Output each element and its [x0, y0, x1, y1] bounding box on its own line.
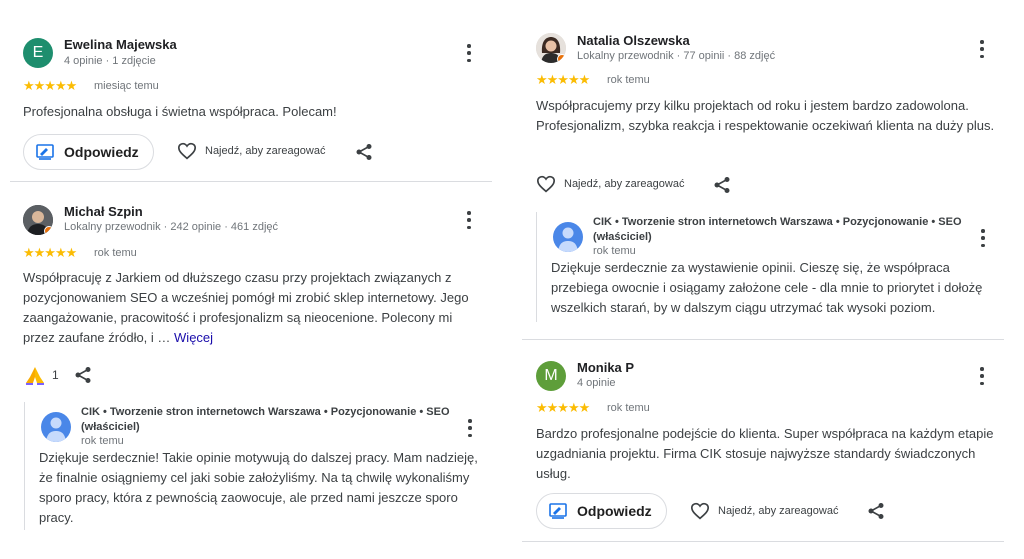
divider — [10, 181, 492, 182]
review-text-body: Współpracuję z Jarkiem od dłuższego czas… — [23, 270, 469, 345]
owner-avatar[interactable] — [41, 412, 71, 442]
react-button[interactable]: Najedź, aby zareagować — [690, 502, 838, 520]
reviewer-meta: 4 opinie · 1 zdjęcie — [64, 55, 156, 67]
more-options-icon[interactable] — [464, 211, 474, 229]
heart-outline-icon — [690, 502, 710, 520]
avatar-letter: E — [32, 44, 44, 61]
review-text: Współpracuję z Jarkiem od dłuższego czas… — [23, 268, 485, 348]
more-options-icon[interactable] — [465, 419, 475, 437]
owner-name[interactable]: CIK • Tworzenie stron internetowch Warsz… — [81, 405, 451, 435]
heart-outline-icon — [536, 175, 556, 193]
more-options-icon[interactable] — [977, 367, 987, 385]
owner-reply-time: rok temu — [593, 245, 636, 257]
react-button[interactable]: Najedź, aby zareagować — [177, 142, 325, 160]
review-text: Współpracujemy przy kilku projektach od … — [536, 98, 995, 133]
local-guide-badge — [44, 226, 53, 235]
owner-reply-text: Dziękuje serdecznie za wystawienie opini… — [551, 260, 983, 315]
reviewer-name[interactable]: Natalia Olszewska — [577, 33, 690, 48]
owner-avatar[interactable] — [553, 222, 583, 252]
owner-name[interactable]: CIK • Tworzenie stron internetowch Warsz… — [593, 215, 963, 245]
reply-edit-icon — [549, 503, 567, 519]
more-options-icon[interactable] — [977, 40, 987, 58]
default-profile-icon — [558, 227, 578, 252]
reviewer-meta: Lokalny przewodnik · 77 opinii · 88 zdję… — [577, 50, 776, 62]
share-icon[interactable] — [74, 366, 92, 384]
reply-button[interactable]: Odpowiedz — [536, 493, 667, 529]
star-rating: ★★★★★ — [536, 72, 590, 87]
review-text: Profesjonalna obsługa i świetna współpra… — [23, 104, 337, 119]
react-label: Najedź, aby zareagować — [564, 178, 685, 190]
review-time: rok temu — [607, 402, 650, 414]
star-rating: ★★★★★ — [23, 78, 77, 93]
more-link[interactable]: Więcej — [174, 330, 213, 345]
default-profile-icon — [46, 417, 66, 442]
divider — [522, 541, 1004, 542]
praying-hands-icon[interactable] — [24, 365, 46, 385]
reviewer-meta: 4 opinie — [577, 377, 616, 389]
reviewer-name[interactable]: Ewelina Majewska — [64, 37, 177, 52]
review-time: rok temu — [94, 247, 137, 259]
review-time: rok temu — [607, 74, 650, 86]
star-rating: ★★★★★ — [23, 245, 77, 260]
share-icon[interactable] — [355, 143, 373, 161]
review-text: Bardzo profesjonalne podejście do klient… — [536, 426, 994, 481]
more-options-icon[interactable] — [978, 229, 988, 247]
reviewer-name[interactable]: Monika P — [577, 360, 634, 375]
reviewer-meta: Lokalny przewodnik · 242 opinie · 461 zd… — [64, 221, 279, 233]
star-rating: ★★★★★ — [536, 400, 590, 415]
review-time: miesiąc temu — [94, 80, 159, 92]
local-guide-badge — [557, 54, 566, 63]
react-button[interactable]: Najedź, aby zareagować — [536, 175, 684, 193]
divider — [522, 339, 1004, 340]
avatar-letter: M — [544, 367, 558, 384]
owner-reply-time: rok temu — [81, 435, 124, 447]
avatar[interactable]: M — [536, 361, 566, 391]
react-label: Najedź, aby zareagować — [718, 505, 839, 517]
reply-button[interactable]: Odpowiedz — [23, 134, 154, 170]
owner-reply-text: Dziękuje serdecznie! Takie opinie motywu… — [39, 450, 478, 525]
reviewer-name[interactable]: Michał Szpin — [64, 204, 143, 219]
react-label: Najedź, aby zareagować — [205, 145, 326, 157]
owner-reply: CIK • Tworzenie stron internetowch Warsz… — [536, 212, 1008, 322]
owner-reply: CIK • Tworzenie stron internetowch Warsz… — [24, 402, 496, 530]
avatar[interactable] — [23, 205, 53, 235]
reply-button-label: Odpowiedz — [64, 144, 139, 160]
heart-outline-icon — [177, 142, 197, 160]
share-icon[interactable] — [713, 176, 731, 194]
avatar[interactable]: E — [23, 38, 53, 68]
share-icon[interactable] — [867, 502, 885, 520]
reply-edit-icon — [36, 144, 54, 160]
reaction-count: 1 — [52, 368, 59, 382]
reply-button-label: Odpowiedz — [577, 503, 652, 519]
more-options-icon[interactable] — [464, 44, 474, 62]
avatar[interactable] — [536, 33, 566, 63]
